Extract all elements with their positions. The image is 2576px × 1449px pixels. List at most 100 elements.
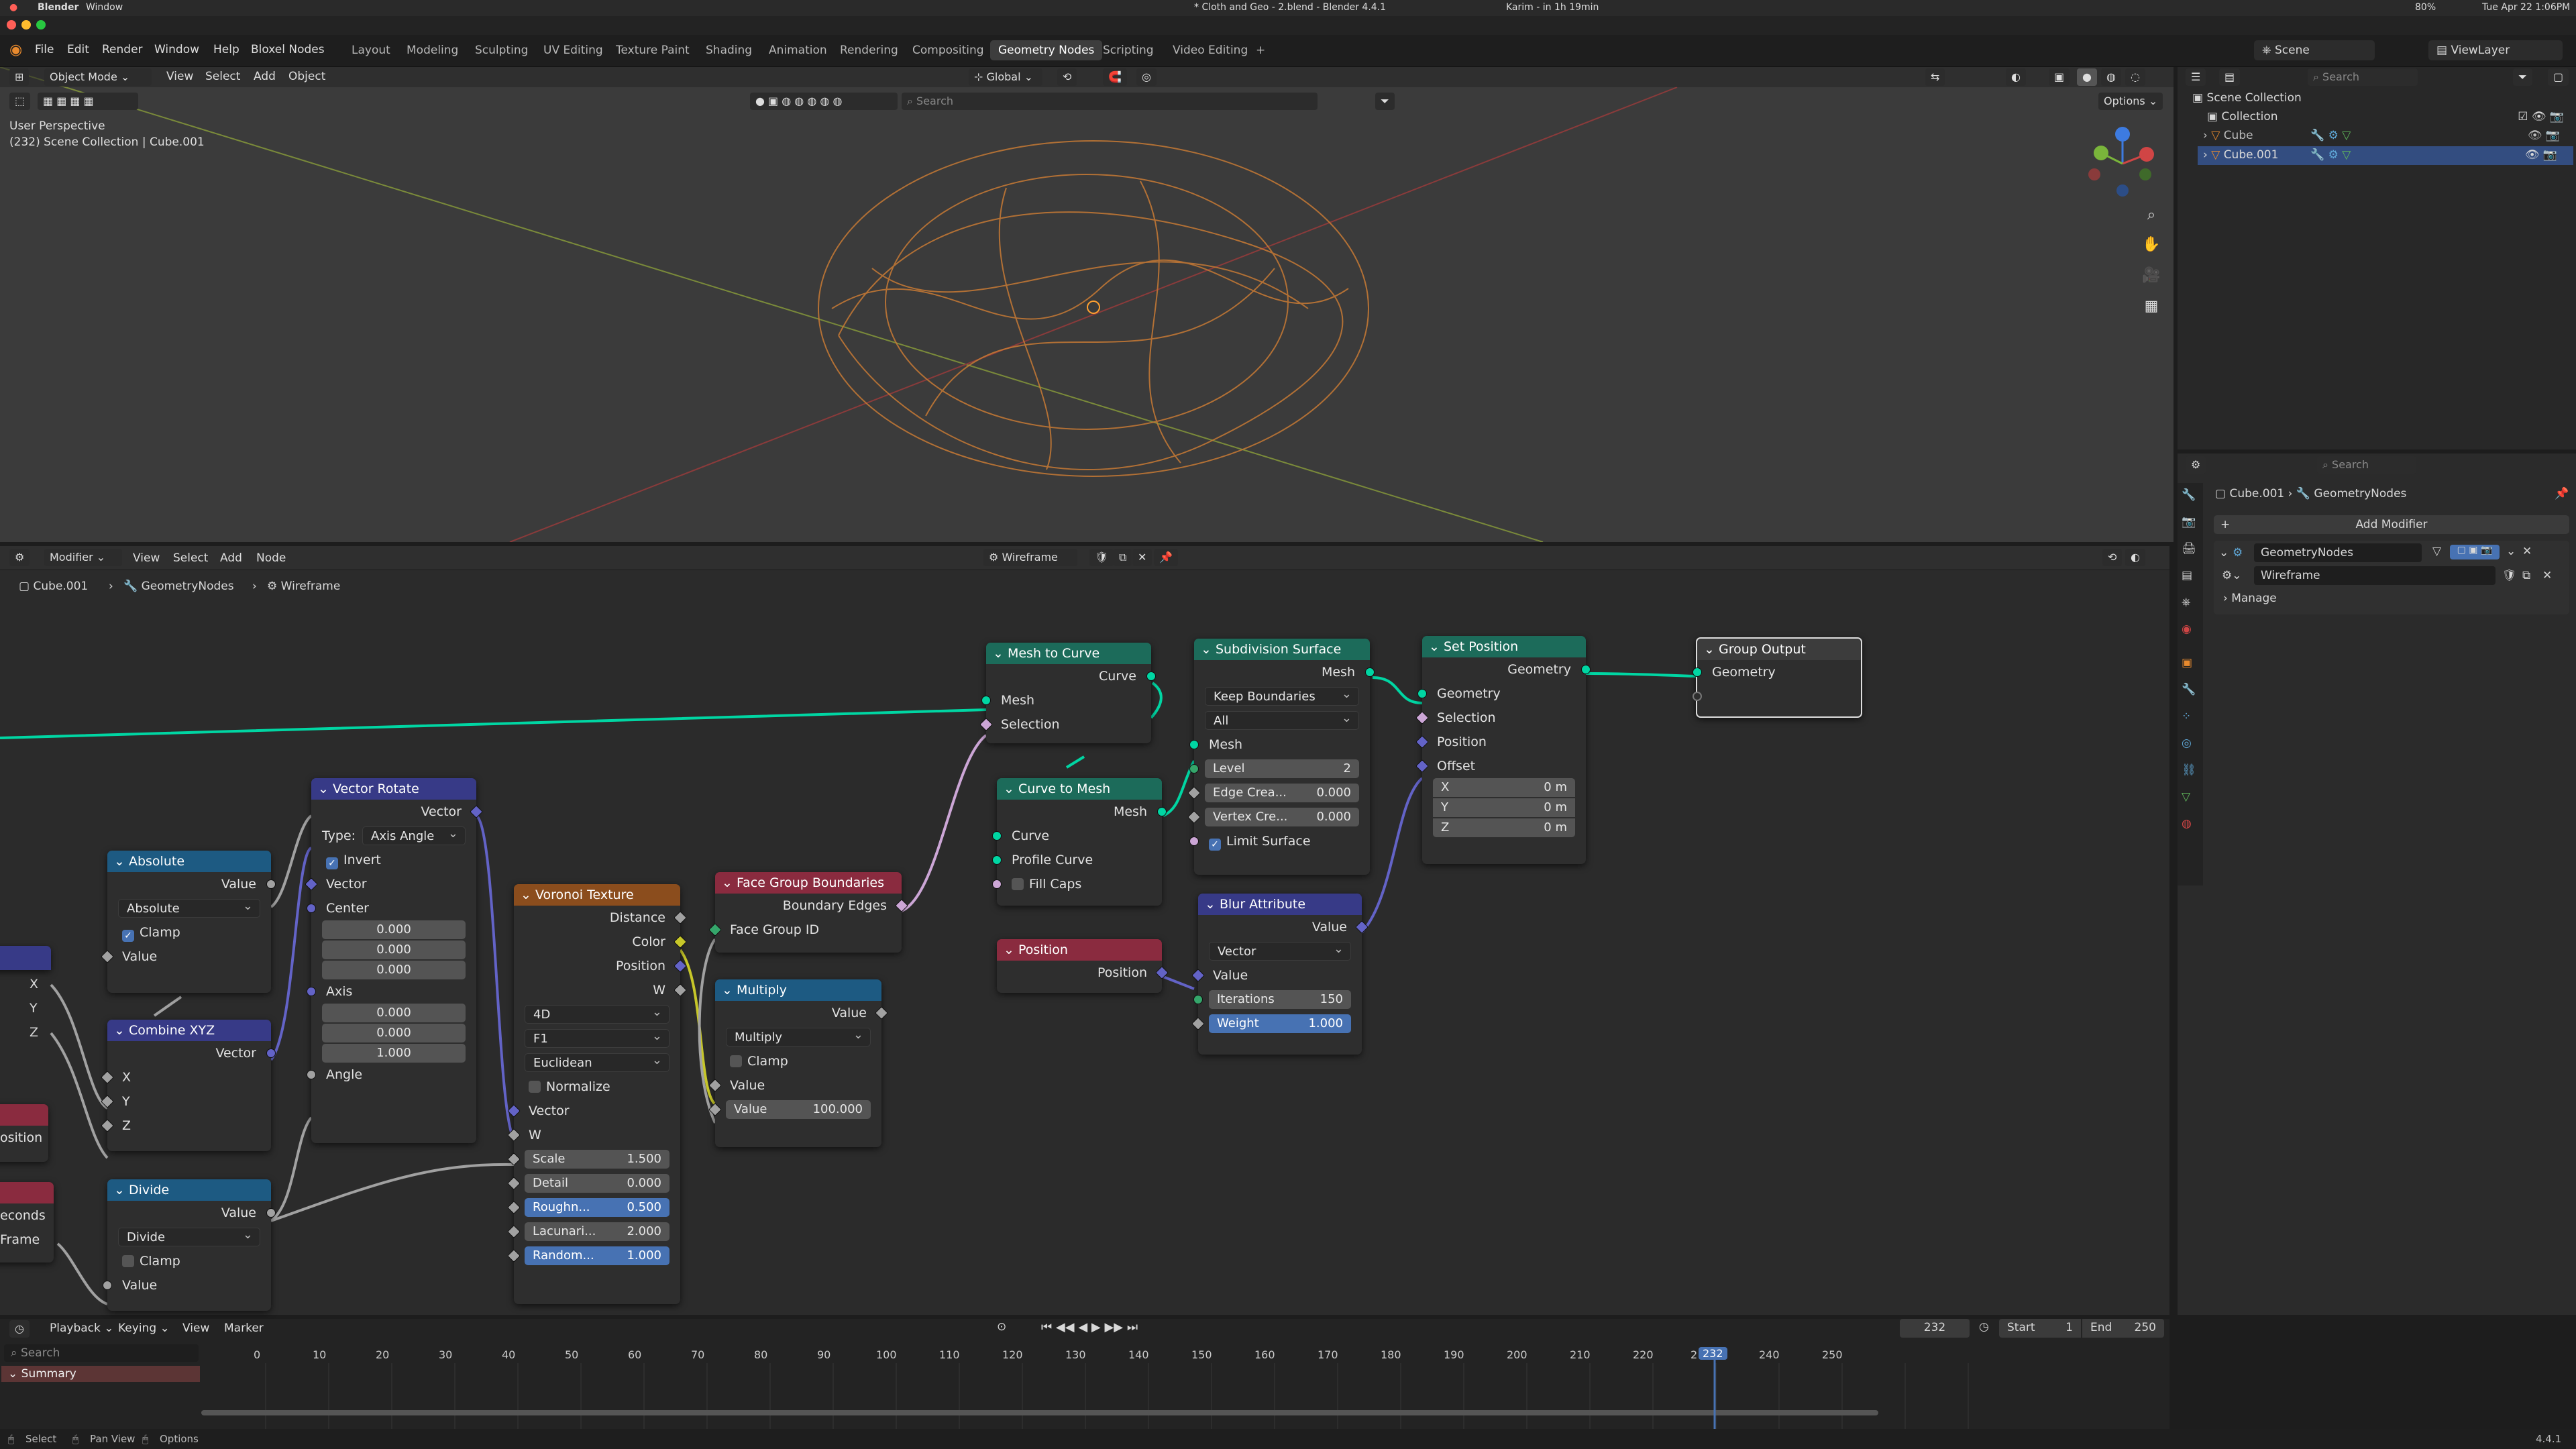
- axis-y-field[interactable]: 0.000: [322, 1024, 466, 1042]
- input-socket[interactable]: [992, 831, 1002, 841]
- shading-material-icon[interactable]: ◍: [2101, 68, 2121, 86]
- outliner-scene-collection[interactable]: ▣ Scene Collection: [2192, 91, 2302, 105]
- input-socket[interactable]: [1417, 689, 1427, 698]
- output-socket[interactable]: [1157, 807, 1167, 816]
- viewport-menu-view[interactable]: View: [166, 70, 193, 83]
- maximize-icon[interactable]: [36, 20, 46, 30]
- current-frame-field[interactable]: 232: [1900, 1319, 1970, 1338]
- menu-help[interactable]: Help: [213, 43, 239, 56]
- node-set-position[interactable]: ⌄ Set Position Geometry Geometry Selecti…: [1415, 636, 1591, 864]
- keep-boundaries-dropdown[interactable]: Keep Boundaries: [1205, 687, 1359, 706]
- filter-icon[interactable]: ⏷: [1375, 93, 1395, 110]
- dropdown-chevron-icon[interactable]: ⌄: [2506, 545, 2516, 558]
- pivot-icon[interactable]: ⟲: [1057, 68, 1077, 86]
- output-socket[interactable]: [266, 879, 276, 889]
- input-socket[interactable]: [1189, 837, 1199, 846]
- node-separate-xyz-partial[interactable]: [0, 946, 51, 970]
- material-tab-icon[interactable]: ◍: [2182, 817, 2192, 830]
- clamp-checkbox[interactable]: ✓: [122, 930, 134, 942]
- particles-tab-icon[interactable]: ⁘: [2182, 710, 2191, 723]
- axis-x-field[interactable]: 0.000: [322, 1004, 466, 1022]
- visibility-toggles[interactable]: ▢ ▣ 📷: [2450, 545, 2500, 559]
- input-socket[interactable]: [992, 879, 1002, 889]
- iterations-field[interactable]: Iterations 150: [1209, 990, 1351, 1009]
- offset-z-field[interactable]: Z 0 m: [1433, 818, 1575, 837]
- node-header[interactable]: ⌄ Face Group Boundaries: [715, 872, 902, 894]
- normalize-checkbox[interactable]: [529, 1081, 541, 1093]
- timeline-menu-marker[interactable]: Marker: [224, 1322, 264, 1335]
- input-socket[interactable]: [1189, 740, 1199, 749]
- outliner-item-collection[interactable]: ▣ Collection ☑ 👁 📷: [2207, 110, 2575, 123]
- remove-modifier-icon[interactable]: ✕: [2522, 545, 2532, 558]
- tab-rendering[interactable]: Rendering: [832, 40, 906, 60]
- invert-checkbox[interactable]: ✓: [326, 857, 338, 869]
- app-menu[interactable]: Blender: [38, 2, 78, 13]
- outliner-display-icon[interactable]: ▤: [2219, 68, 2241, 86]
- viewport-menu-add[interactable]: Add: [254, 70, 276, 83]
- node-header[interactable]: ⌄ Voronoi Texture: [514, 884, 680, 906]
- math-operation-dropdown[interactable]: Absolute: [118, 899, 260, 918]
- node-header[interactable]: ⌄ Divide: [107, 1179, 271, 1201]
- add-modifier-button[interactable]: + Add Modifier: [2214, 515, 2569, 534]
- input-socket[interactable]: [1189, 764, 1199, 773]
- node-position-partial[interactable]: osition: [0, 1104, 48, 1162]
- snap-icon[interactable]: 🧲: [1103, 68, 1127, 86]
- node-header[interactable]: ⌄ Set Position: [1422, 636, 1586, 657]
- edit-mode-icon[interactable]: ▽: [2432, 545, 2441, 558]
- output-socket[interactable]: [266, 1208, 276, 1218]
- fill-caps-checkbox[interactable]: [1012, 878, 1024, 890]
- visibility-icons[interactable]: 👁 📷: [2525, 148, 2557, 162]
- math-operation-dropdown[interactable]: Divide: [118, 1228, 260, 1246]
- expand-chevron-icon[interactable]: ›: [2203, 129, 2211, 142]
- expand-chevron-icon[interactable]: ›: [2203, 148, 2211, 162]
- node-subdivision-surface[interactable]: ⌄ Subdivision Surface Mesh Keep Boundari…: [1187, 639, 1375, 875]
- offset-x-field[interactable]: X 0 m: [1433, 778, 1575, 797]
- tab-video-editing[interactable]: Video Editing: [1165, 40, 1256, 60]
- shading-rendered-icon[interactable]: ◌: [2125, 68, 2145, 86]
- multiply-value-field[interactable]: Value 100.000: [726, 1100, 871, 1119]
- modifier-name-input[interactable]: GeometryNodes: [2254, 543, 2422, 562]
- node-combine-xyz[interactable]: ⌄ Combine XYZ Vector X Y Z: [101, 1020, 276, 1151]
- zoom-icon[interactable]: ⌕: [2140, 207, 2163, 229]
- output-socket[interactable]: [1365, 667, 1375, 677]
- node-header[interactable]: ⌄ Position: [997, 939, 1162, 961]
- axis-z-field[interactable]: 1.000: [322, 1044, 466, 1063]
- overlay-toggle-icon[interactable]: ◐: [2006, 68, 2026, 86]
- node-multiply[interactable]: ⌄ Multiply Value Multiply Clamp Value Va…: [708, 979, 888, 1147]
- apple-icon[interactable]: ●: [9, 2, 17, 13]
- select-tool-icon[interactable]: ⬚: [9, 93, 31, 110]
- node-scene-time-partial[interactable]: econds Frame: [0, 1182, 54, 1263]
- node-header[interactable]: ⌄ Absolute: [107, 851, 271, 872]
- node-header[interactable]: ⌄ Blur Attribute: [1198, 894, 1362, 915]
- data-tab-icon[interactable]: ▽: [2182, 790, 2190, 804]
- outliner-filter-icon[interactable]: ⏷: [2513, 68, 2532, 86]
- node-divide[interactable]: ⌄ Divide Value Divide Clamp Value: [103, 1179, 276, 1311]
- editor-type-icon[interactable]: ⊞: [9, 68, 30, 86]
- edge-crease-field[interactable]: Edge Crea... 0.000: [1205, 784, 1359, 802]
- proportional-edit-icon[interactable]: ◎: [1136, 68, 1157, 86]
- end-frame-field[interactable]: End 250: [2082, 1319, 2164, 1338]
- viewport-menu-object[interactable]: Object: [288, 70, 325, 83]
- timeline-search-input[interactable]: ⌕ Search: [4, 1344, 199, 1362]
- view-layer-selector[interactable]: ▤ ViewLayer: [2428, 40, 2563, 60]
- object-tab-icon[interactable]: ▣: [2182, 656, 2192, 669]
- camera-icon[interactable]: 🎥: [2140, 267, 2163, 290]
- input-socket[interactable]: [307, 904, 316, 913]
- fake-user-icon[interactable]: 🛡: [2502, 569, 2517, 582]
- xray-toggle-icon[interactable]: ▣: [2049, 68, 2070, 86]
- summary-channel[interactable]: ⌄ Summary: [1, 1366, 200, 1382]
- object-mode-dropdown[interactable]: Object Mode ⌄: [44, 68, 152, 86]
- input-socket[interactable]: [992, 855, 1002, 865]
- blur-type-dropdown[interactable]: Vector: [1209, 942, 1351, 961]
- world-tab-icon[interactable]: ◉: [2182, 623, 2192, 636]
- viewport-options-dropdown[interactable]: Options ⌄: [2098, 93, 2163, 110]
- center-y-field[interactable]: 0.000: [322, 941, 466, 959]
- feature-dropdown[interactable]: F1: [525, 1029, 669, 1048]
- node-mesh-to-curve[interactable]: ⌄ Mesh to Curve Curve Mesh Selection: [979, 643, 1156, 743]
- collapse-chevron-icon[interactable]: ⌄: [2219, 546, 2229, 559]
- 3d-viewport[interactable]: [0, 67, 2174, 542]
- node-vector-rotate[interactable]: ⌄ Vector Rotate Vector Type: Axis Angle ✓…: [305, 778, 483, 1143]
- menu-window[interactable]: Window: [154, 43, 199, 56]
- menu-bloxel-nodes[interactable]: Bloxel Nodes: [251, 43, 325, 56]
- tool-tab-icon[interactable]: 🔧: [2182, 488, 2196, 502]
